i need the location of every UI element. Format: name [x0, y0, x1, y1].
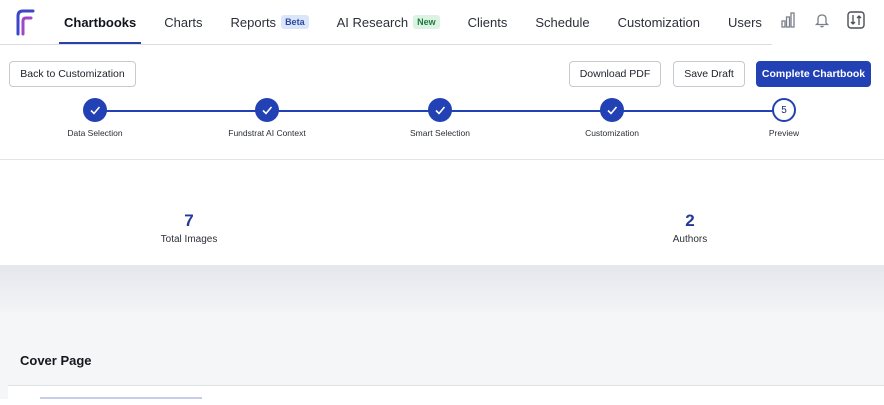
- section-divider: [0, 159, 884, 160]
- checkmark-icon: [600, 98, 624, 122]
- nav-tab-customization[interactable]: Customization: [604, 0, 714, 44]
- app-logo[interactable]: [14, 8, 38, 36]
- sort-settings-icon[interactable]: [846, 10, 866, 30]
- download-pdf-button[interactable]: Download PDF: [569, 61, 661, 87]
- nav-icon-group: [778, 10, 866, 30]
- stat-total-images: 7 Total Images: [89, 211, 289, 245]
- step-label: Preview: [768, 128, 800, 138]
- checkmark-icon: [428, 98, 452, 122]
- bar-chart-icon[interactable]: [778, 10, 798, 30]
- nav-tab-reports[interactable]: Reports Beta: [217, 0, 323, 44]
- step-data-selection[interactable]: Data Selection: [25, 98, 165, 138]
- nav-tab-charts[interactable]: Charts: [150, 0, 216, 44]
- beta-badge: Beta: [281, 15, 309, 29]
- new-badge: New: [413, 15, 440, 29]
- nav-tab-clients[interactable]: Clients: [454, 0, 522, 44]
- progress-stepper: Data Selection Fundstrat AI Context Smar…: [0, 98, 884, 148]
- step-label: Data Selection: [67, 128, 123, 138]
- stat-label: Authors: [672, 234, 708, 245]
- nav-divider: [0, 44, 772, 45]
- stat-authors: 2 Authors: [590, 211, 790, 245]
- nav-tab-label: AI Research: [336, 14, 409, 30]
- stat-label: Total Images: [160, 234, 218, 245]
- checkmark-icon: [83, 98, 107, 122]
- step-preview[interactable]: 5 Preview: [714, 98, 854, 138]
- nav-tab-ai-research[interactable]: AI Research New: [323, 0, 454, 44]
- nav-tab-label: Chartbooks: [64, 14, 137, 30]
- nav-tab-label: Clients: [467, 14, 508, 30]
- nav-tab-label: Schedule: [535, 14, 590, 30]
- cover-page-card: [8, 385, 884, 405]
- nav-tab-label: Charts: [164, 14, 203, 30]
- nav-tabs: Chartbooks Charts Reports Beta AI Researc…: [50, 0, 776, 44]
- save-draft-button[interactable]: Save Draft: [673, 61, 745, 87]
- gradient-band: [0, 266, 884, 312]
- nav-tab-label: Users: [727, 14, 762, 30]
- step-smart-selection[interactable]: Smart Selection: [370, 98, 510, 138]
- stat-value: 2: [685, 211, 695, 230]
- back-to-customization-button[interactable]: Back to Customization: [9, 61, 136, 87]
- top-navigation: Chartbooks Charts Reports Beta AI Researc…: [0, 0, 884, 44]
- nav-tab-label: Customization: [617, 14, 700, 30]
- nav-tab-chartbooks[interactable]: Chartbooks: [50, 0, 150, 44]
- nav-tab-schedule[interactable]: Schedule: [521, 0, 603, 44]
- step-number: 5: [772, 98, 796, 122]
- step-label: Smart Selection: [410, 128, 470, 138]
- step-label: Customization: [585, 128, 639, 138]
- bell-icon[interactable]: [812, 10, 832, 30]
- stat-value: 7: [184, 211, 194, 230]
- cover-page-title: Cover Page: [20, 353, 92, 368]
- step-label: Fundstrat AI Context: [228, 128, 306, 138]
- nav-tab-users[interactable]: Users: [714, 0, 776, 44]
- step-customization[interactable]: Customization: [542, 98, 682, 138]
- checkmark-icon: [255, 98, 279, 122]
- nav-tab-label: Reports: [230, 14, 277, 30]
- step-fundstrat-ai-context[interactable]: Fundstrat AI Context: [197, 98, 337, 138]
- complete-chartbook-button[interactable]: Complete Chartbook: [756, 61, 871, 87]
